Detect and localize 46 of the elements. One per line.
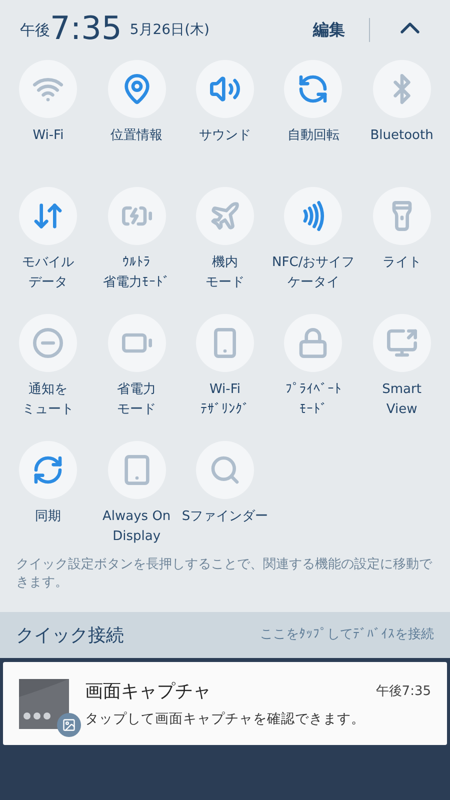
notification-card[interactable]: 画面キャプチャ 午後7:35 タップして画面キャプチャを確認できます。 bbox=[3, 662, 447, 746]
toggle-label: ケータイ bbox=[287, 274, 340, 292]
toggle-label: 位置情報 bbox=[110, 127, 163, 145]
toggle-label: ﾌﾟﾗｲﾍﾞｰﾄ bbox=[285, 381, 342, 399]
notification-time: 午後7:35 bbox=[376, 682, 431, 701]
image-badge-icon bbox=[57, 712, 81, 737]
toggle-label: データ bbox=[28, 274, 68, 292]
toggle-label: 省電力ﾓｰﾄﾞ bbox=[103, 274, 170, 292]
quick-connect-title: クイック接続 bbox=[16, 624, 124, 648]
edit-button[interactable]: 編集 bbox=[313, 18, 345, 42]
toggle-label: Wi-Fi bbox=[209, 381, 240, 399]
toggle-label: ｳﾙﾄﾗ bbox=[122, 254, 151, 272]
airplane-icon bbox=[208, 200, 241, 232]
toggle-label: モード bbox=[205, 274, 244, 292]
toggle-label: Display bbox=[112, 528, 161, 546]
toggle-label: サウンド bbox=[198, 127, 251, 145]
toggle-label: ライト bbox=[382, 254, 422, 272]
toggle-label: ミュート bbox=[22, 401, 74, 419]
time-period: 午後 bbox=[20, 20, 50, 40]
toggle-label: ﾓｰﾄﾞ bbox=[299, 401, 328, 419]
lock-icon bbox=[297, 327, 330, 359]
toggle-label: Wi-Fi bbox=[32, 127, 64, 145]
clock-time: 7:35 bbox=[50, 12, 122, 44]
toggle-label: 省電力 bbox=[117, 381, 156, 399]
toggle-label: モバイル bbox=[22, 254, 74, 272]
rotate-icon bbox=[297, 73, 330, 105]
date-text: 5月26日(木) bbox=[130, 21, 210, 40]
toggle-label: Sファインダー bbox=[182, 508, 268, 526]
notification-title: 画面キャプチャ bbox=[85, 680, 211, 704]
search-icon bbox=[208, 454, 241, 486]
sync-icon bbox=[32, 454, 64, 486]
hint-text: クイック設定ボタンを長押しすることで、関連する機能の設定に移動できます。 bbox=[15, 556, 434, 592]
screen-share-icon bbox=[386, 327, 418, 359]
toggle-label: 自動回転 bbox=[287, 127, 340, 145]
toggle-label: 機内 bbox=[212, 254, 238, 272]
toggle-label: NFC/おサイフ bbox=[272, 254, 355, 272]
toggle-label: ﾃｻﾞﾘﾝｸﾞ bbox=[200, 401, 250, 419]
toggle-label: 通知を bbox=[28, 381, 68, 399]
toggle-label: 同期 bbox=[35, 508, 62, 526]
notification-text: タップして画面キャプチャを確認できます。 bbox=[85, 710, 366, 729]
toggle-label: View bbox=[386, 401, 418, 419]
toggle-label: モード bbox=[117, 401, 156, 419]
toggle-label: Always On bbox=[102, 508, 171, 526]
toggle-label: Smart bbox=[382, 381, 422, 399]
toggle-label: Bluetooth bbox=[370, 127, 434, 145]
minus-circle-icon bbox=[32, 327, 64, 359]
